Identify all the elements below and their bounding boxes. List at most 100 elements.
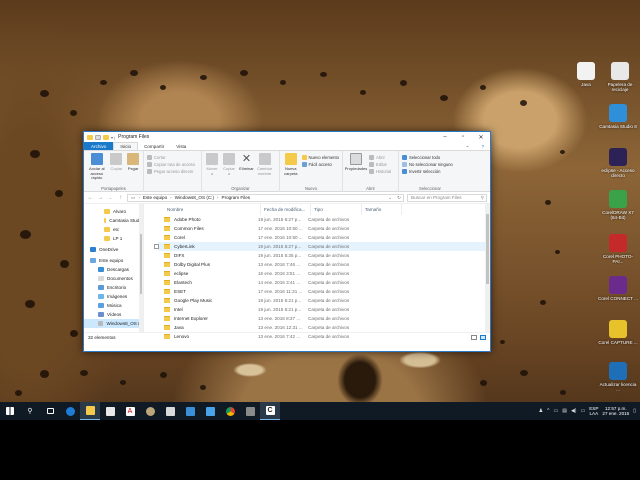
explorer-taskbar-button[interactable] bbox=[80, 402, 100, 420]
refresh-icon[interactable]: ↻ bbox=[397, 195, 403, 201]
close-button[interactable]: ✕ bbox=[472, 132, 490, 142]
task-view-button[interactable] bbox=[40, 402, 60, 420]
nav-item[interactable]: Camtasia Studio bbox=[84, 216, 143, 225]
nav-scroll-thumb[interactable] bbox=[140, 234, 142, 294]
media-taskbar-button[interactable] bbox=[140, 402, 160, 420]
cut-button[interactable]: Cortar bbox=[147, 155, 195, 160]
file-row[interactable]: CyberLink 19 jun. 2015 5:27 p... Carpeta d… bbox=[154, 242, 490, 251]
nav-item[interactable]: etc bbox=[84, 225, 143, 234]
network-icon[interactable]: ▤ bbox=[562, 408, 567, 414]
store-taskbar-button[interactable] bbox=[100, 402, 120, 420]
battery-icon[interactable]: ▭ bbox=[553, 408, 558, 414]
show-hidden-icons-icon[interactable]: ^ bbox=[547, 408, 549, 414]
row-checkbox[interactable] bbox=[154, 244, 159, 249]
column-tipo[interactable]: Tipo bbox=[311, 204, 362, 215]
title-bar[interactable]: ▾ | Program Files – ▫ ✕ bbox=[84, 132, 490, 142]
file-row[interactable]: Google Play Music 19 jun. 2015 5:21 p... C… bbox=[158, 296, 490, 305]
minimize-button[interactable]: – bbox=[436, 132, 454, 142]
new-item-button[interactable]: Nuevo elemento bbox=[301, 155, 339, 160]
file-row[interactable]: Internet Explorer 13 ene. 2016 8:37 ... Ca… bbox=[158, 314, 490, 323]
file-row[interactable]: Adobe Photo 19 jun. 2015 5:27 p... Carpeta… bbox=[158, 215, 490, 224]
breadcrumb-drive[interactable]: Windows8_OS (C:) bbox=[175, 195, 214, 200]
copy-path-button[interactable]: Copiar ruta de acceso bbox=[147, 162, 195, 167]
volume-icon[interactable]: ◀) bbox=[571, 408, 577, 414]
file-row[interactable]: eclipse 16 ene. 2016 3:51 ... Carpeta de a… bbox=[158, 269, 490, 278]
people-icon[interactable]: ♟ bbox=[539, 408, 543, 414]
nav-item[interactable]: LP 1 bbox=[84, 234, 143, 243]
camtasia-taskbar-button[interactable]: C bbox=[260, 402, 280, 420]
file-row[interactable]: Elantech 14 ene. 2016 3:41 ... Carpeta de … bbox=[158, 278, 490, 287]
tab-inicio[interactable]: Inicio bbox=[113, 142, 139, 150]
notifications-icon[interactable]: ▯ bbox=[633, 408, 636, 414]
nav-item[interactable]: Este equipo bbox=[84, 256, 143, 265]
photos-taskbar-button[interactable] bbox=[200, 402, 220, 420]
desktop-icon[interactable]: Papelera de reciclaje bbox=[600, 62, 640, 93]
invert-selection-button[interactable]: Invertir selección bbox=[402, 169, 453, 174]
nav-item[interactable]: Alvaro bbox=[84, 207, 143, 216]
maximize-button[interactable]: ▫ bbox=[454, 132, 472, 142]
nav-item[interactable]: Música bbox=[84, 301, 143, 310]
breadcrumb-este-equipo[interactable]: Este equipo bbox=[143, 195, 167, 200]
nav-item[interactable]: Imágenes bbox=[84, 292, 143, 301]
paste-shortcut-button[interactable]: Pegar acceso directo bbox=[147, 169, 195, 174]
new-folder-icon[interactable] bbox=[103, 134, 109, 140]
file-row[interactable]: DIFX 19 jun. 2015 5:35 p... Carpeta de arc… bbox=[158, 251, 490, 260]
easy-access-button[interactable]: Fácil acceso bbox=[301, 162, 340, 167]
nav-item[interactable]: Escritorio bbox=[84, 283, 143, 292]
nav-item[interactable]: Documentos bbox=[84, 274, 143, 283]
nav-item[interactable]: Vídeos bbox=[84, 310, 143, 319]
column-nombre[interactable]: Nombre bbox=[158, 204, 261, 215]
file-row[interactable]: Common Files 17 ene. 2016 10:50 ... Carpet… bbox=[158, 224, 490, 233]
desktop-icon[interactable]: Corel CAPTURE ... bbox=[598, 320, 638, 345]
file-row[interactable]: ESET 17 ene. 2016 11:31 ... Carpeta de arc… bbox=[158, 287, 490, 296]
language-indicator[interactable]: ESP LAA bbox=[589, 406, 598, 417]
select-all-button[interactable]: Seleccionar todo bbox=[402, 155, 453, 160]
up-arrow-icon[interactable]: ↑ bbox=[117, 195, 124, 201]
desktop-icon[interactable]: Actualizar licencia ... bbox=[598, 362, 638, 393]
nav-item[interactable]: Descargas bbox=[84, 265, 143, 274]
file-row[interactable]: Lenovo 13 ene. 2016 7:42 ... Carpeta de ar… bbox=[158, 332, 490, 341]
ribbon-collapse-icon[interactable]: ⌄ bbox=[460, 142, 476, 150]
monitor-icon[interactable]: ▭ bbox=[580, 408, 585, 414]
clock[interactable]: 12:57 p.m. 27 ene. 2016 bbox=[602, 406, 629, 417]
start-button[interactable] bbox=[0, 402, 20, 420]
nav-item[interactable]: Windows8_OS (C bbox=[84, 319, 143, 328]
file-row[interactable]: Java 13 ene. 2016 12:31 ... Carpeta de arc… bbox=[158, 323, 490, 332]
help-icon[interactable]: ? bbox=[475, 142, 490, 150]
chrome-taskbar-button[interactable] bbox=[220, 402, 240, 420]
desktop-icon[interactable]: Corel CONNECT ... bbox=[598, 276, 638, 301]
back-arrow-icon[interactable]: ← bbox=[87, 195, 94, 201]
edge-taskbar-button[interactable] bbox=[60, 402, 80, 420]
search-taskbar-button[interactable]: ⚲ bbox=[20, 402, 40, 420]
column-tamano[interactable]: Tamaño bbox=[362, 204, 402, 215]
desktop-icon[interactable]: Camtasia Studio 8 bbox=[598, 104, 638, 129]
tool-taskbar-button[interactable] bbox=[240, 402, 260, 420]
search-input[interactable]: Buscar en Program Files ⚲ bbox=[407, 193, 487, 202]
acrobat-taskbar-button[interactable]: A bbox=[120, 402, 140, 420]
app-taskbar-button[interactable] bbox=[160, 402, 180, 420]
tab-archivo[interactable]: Archivo bbox=[84, 142, 114, 150]
open-button[interactable]: Abrir bbox=[369, 155, 391, 160]
network-app-taskbar-button[interactable] bbox=[180, 402, 200, 420]
file-scroll-thumb[interactable] bbox=[486, 214, 489, 284]
address-bar[interactable]: ▭ › Este equipo › Windows8_OS (C:) › Pro… bbox=[127, 193, 404, 202]
tab-compartir[interactable]: Compartir bbox=[138, 142, 170, 150]
properties-icon[interactable] bbox=[95, 134, 101, 140]
breadcrumb-program-files[interactable]: Program Files bbox=[222, 195, 251, 200]
history-button[interactable]: Historial bbox=[369, 169, 391, 174]
tab-vista[interactable]: Vista bbox=[170, 142, 192, 150]
file-row[interactable]: Dolby Digital Plus 13 ene. 2016 7:46 ... C… bbox=[158, 260, 490, 269]
desktop-icon[interactable]: eclipse - Acceso directo bbox=[598, 148, 638, 179]
column-fecha[interactable]: Fecha de modifica... bbox=[261, 204, 311, 215]
nav-item[interactable]: OneDrive bbox=[84, 245, 143, 254]
file-scrollbar[interactable] bbox=[485, 204, 490, 332]
desktop-icon[interactable]: Corel PHOTO-PAI... bbox=[598, 234, 638, 265]
select-none-button[interactable]: No seleccionar ninguno bbox=[402, 162, 453, 167]
desktop-icon[interactable]: CorelDRAW X7 (64-Bit) bbox=[598, 190, 638, 221]
nav-scrollbar[interactable] bbox=[139, 204, 143, 332]
forward-arrow-icon[interactable]: → bbox=[97, 195, 104, 201]
file-row[interactable]: Intel 19 jun. 2015 5:21 p... Carpeta de ar… bbox=[158, 305, 490, 314]
quick-access-dropdown-icon[interactable]: ▾ | bbox=[111, 135, 115, 140]
chevron-down-icon[interactable]: ⌄ bbox=[388, 195, 394, 201]
edit-button[interactable]: Editar bbox=[369, 162, 391, 167]
